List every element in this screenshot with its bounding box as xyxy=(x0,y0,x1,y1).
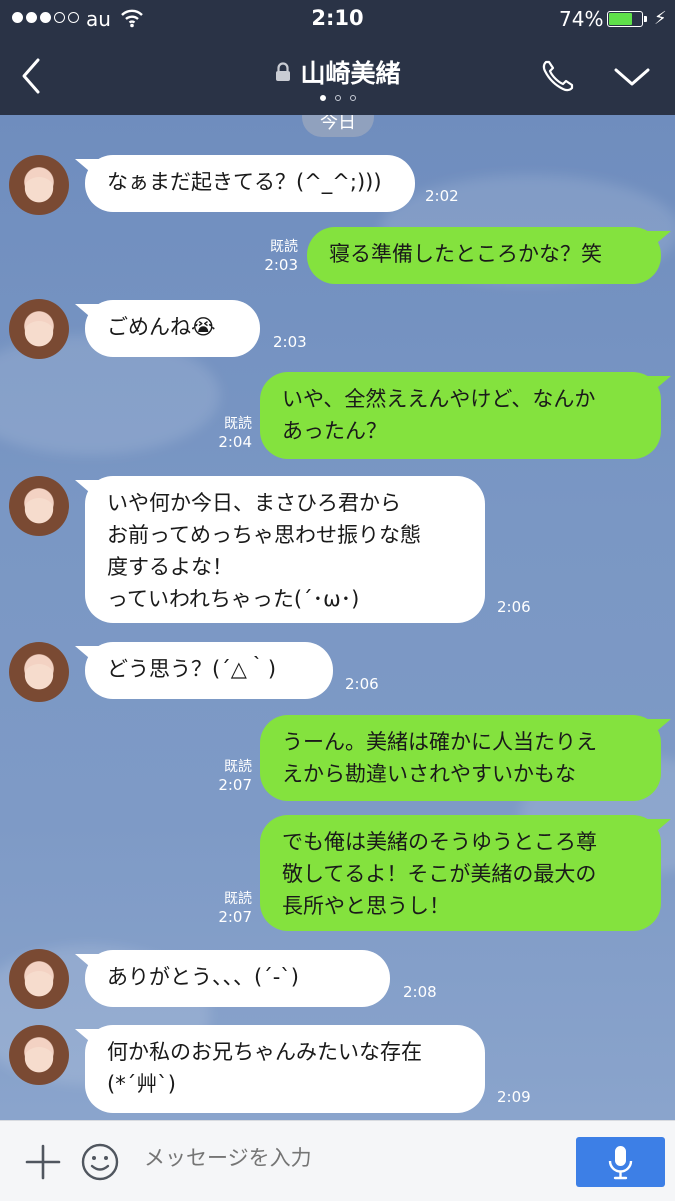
read-receipt: 既読 xyxy=(270,239,298,255)
battery-percentage: 74% xyxy=(559,7,604,31)
message-time: 2:04 xyxy=(218,433,252,451)
plus-icon[interactable] xyxy=(24,1143,62,1181)
avatar[interactable] xyxy=(9,299,69,359)
chat-area[interactable]: 今日 なぁまだ起きてる？(^_^;))) 2:02 既読 2:03 寝る準備した… xyxy=(0,115,675,1120)
outgoing-message[interactable]: いや、全然ええんやけど、なんか あったん？ xyxy=(260,372,661,459)
status-bar: au 2:10 74% ⚡ xyxy=(0,0,675,38)
phone-icon[interactable] xyxy=(538,56,578,96)
outgoing-message[interactable]: うーん。美緒は確かに人当たりえ えから勘違いされやすいかもな xyxy=(260,715,661,801)
avatar[interactable] xyxy=(9,155,69,215)
message-input-bar xyxy=(0,1120,675,1201)
message-time: 2:08 xyxy=(403,983,437,1001)
lock-icon xyxy=(276,62,291,81)
incoming-message[interactable]: どう思う？(´△｀) xyxy=(85,642,333,699)
message-time: 2:03 xyxy=(273,333,307,351)
smiley-icon[interactable] xyxy=(80,1142,120,1182)
message-time: 2:03 xyxy=(264,256,298,274)
avatar[interactable] xyxy=(9,476,69,536)
battery-icon xyxy=(607,11,647,27)
outgoing-message[interactable]: 寝る準備したところかな？笑 xyxy=(307,227,661,284)
page-dot xyxy=(334,95,341,101)
message-meta: 既読 2:07 xyxy=(210,758,252,794)
message-time: 2:06 xyxy=(345,675,379,693)
message-time: 2:02 xyxy=(425,187,459,205)
microphone-icon xyxy=(608,1146,633,1180)
top-bar: au 2:10 74% ⚡ 山崎美緒 xyxy=(0,0,675,115)
incoming-message[interactable]: いや何か今日、まさひろ君から お前ってめっちゃ思わせ振りな態 度するよな！ って… xyxy=(85,476,485,623)
message-time: 2:07 xyxy=(218,776,252,794)
message-meta: 既読 2:03 xyxy=(256,238,298,274)
date-separator: 今日 xyxy=(302,115,374,137)
message-meta: 既読 2:04 xyxy=(210,415,252,451)
message-meta: 既読 2:07 xyxy=(210,890,252,926)
read-receipt: 既読 xyxy=(224,891,252,907)
message-input[interactable] xyxy=(142,1145,546,1171)
message-time: 2:09 xyxy=(497,1088,531,1106)
read-receipt: 既読 xyxy=(224,759,252,775)
read-receipt: 既読 xyxy=(224,416,252,432)
incoming-message[interactable]: なぁまだ起きてる？(^_^;))) xyxy=(85,155,415,212)
page-dot xyxy=(319,95,326,101)
message-time: 2:06 xyxy=(497,598,531,616)
microphone-button[interactable] xyxy=(576,1137,665,1187)
charging-bolt-icon: ⚡ xyxy=(654,8,667,29)
page-indicator xyxy=(0,95,675,101)
page-dot xyxy=(349,95,356,101)
avatar[interactable] xyxy=(9,642,69,702)
contact-name: 山崎美緒 xyxy=(300,59,401,88)
outgoing-message[interactable]: でも俺は美緒のそうゆうところ尊 敬してるよ！そこが美緒の最大の 長所やと思うし！ xyxy=(260,815,661,931)
avatar[interactable] xyxy=(9,1025,69,1085)
incoming-message[interactable]: 何か私のお兄ちゃんみたいな存在 (*´艸`) xyxy=(85,1025,485,1113)
incoming-message[interactable]: ありがとう、、、(´-`) xyxy=(85,950,390,1007)
chevron-down-icon[interactable] xyxy=(612,62,652,92)
message-time: 2:07 xyxy=(218,908,252,926)
avatar[interactable] xyxy=(9,949,69,1009)
incoming-message[interactable]: ごめんね😭 xyxy=(85,300,260,357)
